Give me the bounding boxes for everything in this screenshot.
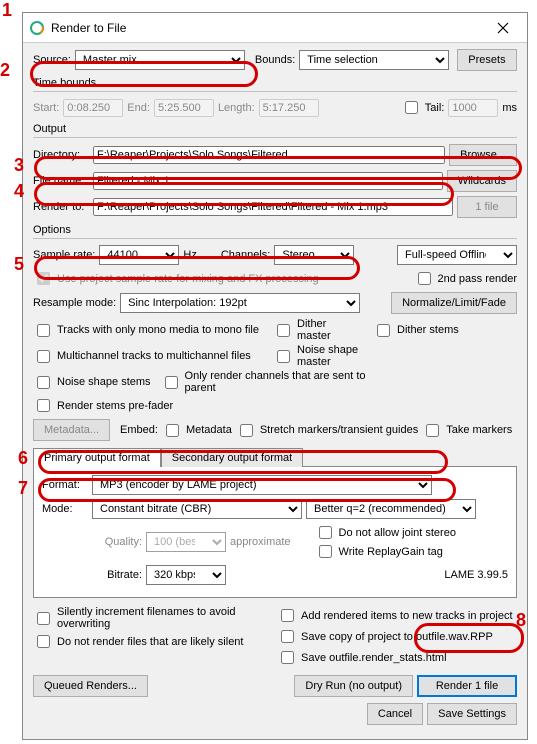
onefile-button: 1 file (457, 196, 517, 218)
start-input (63, 99, 123, 117)
second-pass-check[interactable]: 2nd pass render (414, 269, 518, 288)
wildcards-button[interactable]: Wildcards (447, 170, 517, 192)
renderto-label: Render to: (33, 201, 89, 213)
format-label: Format: (42, 479, 88, 491)
replaygain-check[interactable]: Write ReplayGain tag (315, 542, 456, 561)
filename-label: File name: (33, 175, 89, 187)
start-label: Start: (33, 102, 59, 114)
sr-label: Sample rate: (33, 249, 95, 261)
metadata-button: Metadata... (33, 419, 110, 441)
dir-label: Directory: (33, 149, 89, 161)
filename-input[interactable] (93, 172, 443, 190)
render-button[interactable]: Render 1 file (417, 675, 517, 697)
length-input (259, 99, 319, 117)
embed-meta-check[interactable]: Metadata (162, 421, 232, 440)
save-copy-check[interactable]: Save copy of project to outfile.wav.RPP (277, 627, 513, 646)
silent-inc-check[interactable]: Silently increment filenames to avoid ov… (33, 606, 273, 630)
ch-select[interactable]: Stereo (274, 245, 354, 265)
dryrun-button[interactable]: Dry Run (no output) (294, 675, 413, 697)
quality-select: 100 (best) (146, 532, 226, 552)
save-settings-button[interactable]: Save Settings (427, 703, 517, 725)
timebounds-label: Time bounds (33, 77, 517, 89)
bounds-label: Bounds: (255, 54, 295, 66)
annot-n5: 5 (14, 254, 24, 275)
length-label: Length: (218, 102, 255, 114)
app-icon (29, 20, 45, 36)
renderto-input (93, 198, 453, 216)
embed-stretch-check[interactable]: Stretch markers/transient guides (236, 421, 418, 440)
sr-select[interactable]: 44100 (99, 245, 179, 265)
noise-stems-check[interactable]: Noise shape stems (33, 373, 151, 392)
tabpanel-primary: Format: MP3 (encoder by LAME project) Mo… (33, 466, 517, 598)
browse-button[interactable]: Browse... (449, 144, 517, 166)
queued-renders-button[interactable]: Queued Renders... (33, 675, 148, 697)
not-silent-check[interactable]: Do not render files that are likely sile… (33, 632, 273, 651)
render-dialog: Render to File Source: Master mix Bounds… (22, 12, 528, 740)
joint-check[interactable]: Do not allow joint stereo (315, 523, 456, 542)
annot-n8: 8 (516, 610, 526, 631)
embed-take-check[interactable]: Take markers (422, 421, 512, 440)
hz-label: Hz (183, 249, 196, 261)
add-project-check[interactable]: Add rendered items to new tracks in proj… (277, 606, 513, 625)
directory-input[interactable] (93, 146, 445, 164)
quality-label: Quality: (42, 536, 142, 548)
quality-preset-select[interactable]: Better q=2 (recommended) (306, 499, 476, 519)
annot-n4: 4 (14, 181, 24, 202)
end-input (154, 99, 214, 117)
format-select[interactable]: MP3 (encoder by LAME project) (92, 475, 432, 495)
speed-select[interactable]: Full-speed Offline (397, 245, 517, 265)
mono-check[interactable]: Tracks with only mono media to mono file (33, 321, 263, 340)
tail-input (448, 99, 498, 117)
parent-check[interactable]: Only render channels that are sent to pa… (161, 370, 391, 394)
cancel-button[interactable]: Cancel (367, 703, 423, 725)
annot-n2: 2 (0, 60, 10, 81)
bitrate-label: Bitrate: (42, 569, 142, 581)
resample-label: Resample mode: (33, 297, 116, 309)
mode-label: Mode: (42, 503, 88, 515)
dither-master-check[interactable]: Dither master (273, 318, 363, 342)
titlebar[interactable]: Render to File (23, 13, 527, 43)
noise-master-check[interactable]: Noise shape master (273, 344, 393, 368)
approx-label: approximate (230, 536, 291, 548)
save-stats-check[interactable]: Save outfile.render_stats.html (277, 648, 513, 667)
normalize-button[interactable]: Normalize/Limit/Fade (391, 292, 517, 314)
window-title: Render to File (51, 21, 485, 35)
annot-n7: 7 (18, 478, 28, 499)
multichannel-check[interactable]: Multichannel tracks to multichannel file… (33, 347, 263, 366)
use-proj-sr-check[interactable]: Use project sample rate for mixing and F… (33, 269, 319, 288)
ch-label: Channels: (221, 249, 271, 261)
output-label: Output (33, 123, 517, 135)
tail-check[interactable]: Tail: (401, 98, 445, 117)
source-label: Source: (33, 54, 71, 66)
resample-select[interactable]: Sinc Interpolation: 192pt (120, 293, 360, 313)
options-label: Options (33, 224, 517, 236)
dither-stems-check[interactable]: Dither stems (373, 321, 459, 340)
presets-button[interactable]: Presets (457, 49, 516, 71)
bounds-select[interactable]: Time selection (299, 50, 449, 70)
close-icon[interactable] (485, 14, 521, 42)
annot-n3: 3 (14, 155, 24, 176)
end-label: End: (127, 102, 150, 114)
annot-n6: 6 (18, 448, 28, 469)
bitrate-select[interactable]: 320 kbps (146, 565, 226, 585)
prefader-check[interactable]: Render stems pre-fader (33, 396, 173, 415)
source-select[interactable]: Master mix (75, 50, 245, 70)
annot-n1: 1 (2, 0, 12, 21)
embed-label: Embed: (120, 424, 158, 436)
lame-version: LAME 3.99.5 (444, 569, 508, 581)
tab-secondary[interactable]: Secondary output format (161, 448, 303, 467)
tab-primary[interactable]: Primary output format (33, 448, 161, 467)
mode-select[interactable]: Constant bitrate (CBR) (92, 499, 302, 519)
tail-unit: ms (502, 102, 517, 114)
